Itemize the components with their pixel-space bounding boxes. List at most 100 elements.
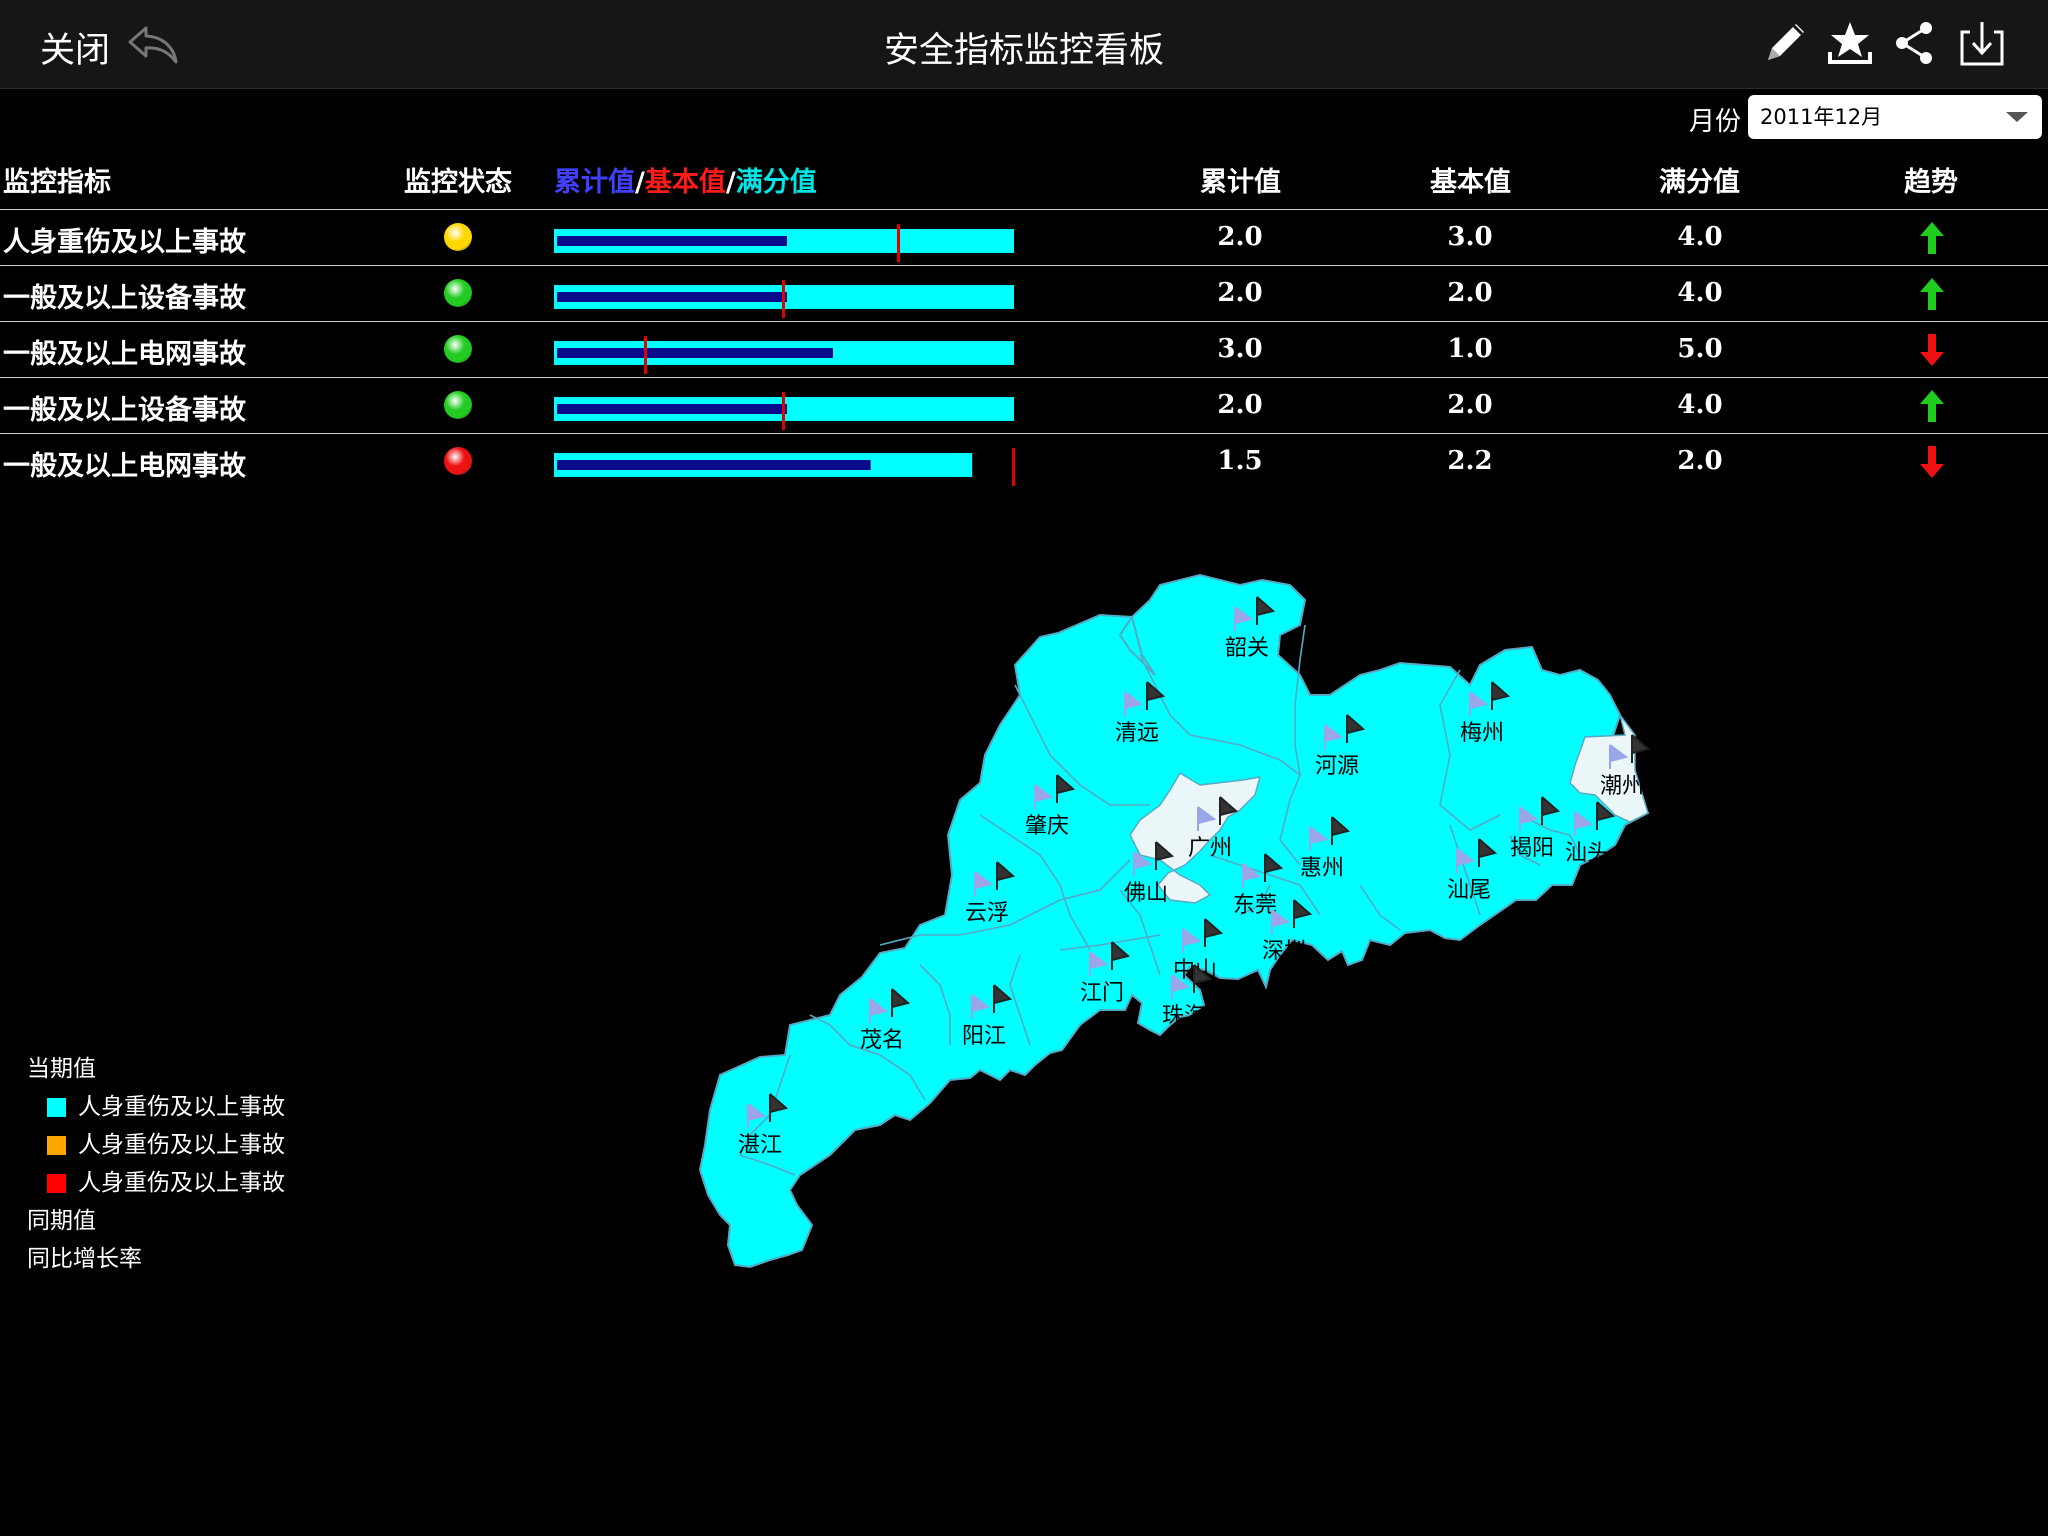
progress-bar xyxy=(554,224,1014,262)
arrow-up-icon xyxy=(1920,222,1944,254)
full-value: 2.0 xyxy=(1677,446,1723,476)
legend-item-label: 人身重伤及以上事故 xyxy=(78,1132,285,1158)
progress-bar xyxy=(554,392,1014,430)
cumulative-value: 2.0 xyxy=(1217,222,1263,252)
metric-name: 一般及以上电网事故 xyxy=(3,451,246,482)
city-label: 广州 xyxy=(1188,836,1232,861)
legend-item[interactable]: 人身重伤及以上事故 xyxy=(27,1126,285,1164)
basic-value: 1.0 xyxy=(1447,334,1493,364)
header-trend: 趋势 xyxy=(1904,167,1958,198)
legend-current-title: 当期值 xyxy=(27,1056,96,1082)
legend-item[interactable]: 人身重伤及以上事故 xyxy=(27,1088,285,1126)
bar-cumulative xyxy=(557,292,787,302)
metric-name: 一般及以上设备事故 xyxy=(3,395,246,426)
city-label: 梅州 xyxy=(1460,721,1504,746)
city-label: 云浮 xyxy=(965,901,1009,926)
metric-name: 人身重伤及以上事故 xyxy=(3,227,246,258)
status-indicator xyxy=(444,279,472,307)
legend-yoy-growth[interactable]: 同比增长率 xyxy=(27,1240,285,1278)
pencil-icon[interactable] xyxy=(1758,16,1810,70)
close-button[interactable]: 关闭 xyxy=(40,22,110,73)
table-row[interactable]: 一般及以上设备事故 2.0 2.0 4.0 xyxy=(0,265,2048,322)
legend-item[interactable]: 人身重伤及以上事故 xyxy=(27,1164,285,1202)
city-label: 江门 xyxy=(1080,981,1124,1006)
bar-cumulative xyxy=(557,348,833,358)
city-label: 清远 xyxy=(1115,721,1159,746)
table-row[interactable]: 一般及以上电网事故 1.5 2.2 2.0 xyxy=(0,433,2048,490)
city-label: 肇庆 xyxy=(1025,814,1069,839)
city-label: 阳江 xyxy=(962,1024,1006,1049)
header-bar-cumulative: 累计值 xyxy=(554,167,635,198)
bar-cumulative xyxy=(557,236,787,246)
header-metric: 监控指标 xyxy=(3,167,111,198)
city-label: 汕头 xyxy=(1565,841,1609,866)
progress-bar xyxy=(554,280,1014,318)
arrow-up-shape xyxy=(1920,390,1944,422)
status-indicator xyxy=(444,391,472,419)
header-bar-basic: 基本值 xyxy=(644,167,726,198)
city-label: 佛山 xyxy=(1124,881,1168,906)
map-legend: 当期值 人身重伤及以上事故 人身重伤及以上事故 人身重伤及以上事故 同期值 同比… xyxy=(27,1050,285,1278)
bar-basic-marker xyxy=(1012,448,1015,486)
star-icon[interactable] xyxy=(1824,16,1876,70)
metric-name: 一般及以上电网事故 xyxy=(3,339,246,370)
basic-value: 2.0 xyxy=(1447,278,1493,308)
month-value: 2011年12月 xyxy=(1760,105,1883,129)
arrow-up-shape xyxy=(1920,278,1944,310)
legend-swatch xyxy=(47,1098,66,1117)
header-status: 监控状态 xyxy=(404,167,512,198)
header-full: 满分值 xyxy=(1659,167,1740,198)
header-bar-full: 满分值 xyxy=(735,167,817,198)
city-label: 湛江 xyxy=(738,1133,782,1158)
bar-basic-marker xyxy=(782,280,785,318)
arrow-down-shape xyxy=(1920,446,1944,478)
page-title: 安全指标监控看板 xyxy=(883,31,1164,71)
share-icon[interactable] xyxy=(1888,16,1940,70)
basic-value: 2.0 xyxy=(1447,390,1493,420)
full-value: 4.0 xyxy=(1677,278,1723,308)
cumulative-value: 3.0 xyxy=(1217,334,1263,364)
table-row[interactable]: 人身重伤及以上事故 2.0 3.0 4.0 xyxy=(0,209,2048,266)
arrow-up-shape xyxy=(1920,222,1944,254)
header-sep-1: / xyxy=(635,167,645,198)
legend-same-period[interactable]: 同期值 xyxy=(27,1202,285,1240)
status-indicator xyxy=(444,335,472,363)
header-sep-2: / xyxy=(725,167,736,198)
full-value: 5.0 xyxy=(1677,334,1723,364)
bar-cumulative xyxy=(557,404,787,414)
table-row[interactable]: 一般及以上设备事故 2.0 2.0 4.0 xyxy=(0,377,2048,434)
arrow-down-icon xyxy=(1920,446,1944,478)
month-select[interactable]: 2011年12月 xyxy=(1748,95,2042,139)
cumulative-value: 2.0 xyxy=(1217,390,1263,420)
download-icon[interactable] xyxy=(1956,16,2008,70)
table-row[interactable]: 一般及以上电网事故 3.0 1.0 5.0 xyxy=(0,321,2048,378)
basic-value: 2.2 xyxy=(1447,446,1493,476)
legend-swatch xyxy=(47,1136,66,1155)
bar-basic-marker xyxy=(644,336,647,374)
top-bar: 关闭 安全指标监控看板 xyxy=(0,0,2048,89)
city-label: 韶关 xyxy=(1225,636,1269,661)
city-label: 茂名 xyxy=(860,1028,904,1053)
header-cumulative: 累计值 xyxy=(1200,167,1281,198)
city-label: 汕尾 xyxy=(1447,878,1491,903)
full-value: 4.0 xyxy=(1677,222,1723,252)
back-icon[interactable] xyxy=(124,20,180,68)
arrow-down-icon xyxy=(1920,334,1944,366)
city-label: 珠海 xyxy=(1162,1004,1206,1029)
province-outline xyxy=(698,573,1650,1269)
city-label: 河源 xyxy=(1315,754,1359,779)
bar-basic-marker xyxy=(782,392,785,430)
city-label: 揭阳 xyxy=(1510,836,1554,861)
legend-item-label: 人身重伤及以上事故 xyxy=(78,1170,285,1196)
arrow-up-icon xyxy=(1920,278,1944,310)
metric-name: 一般及以上设备事故 xyxy=(3,283,246,314)
city-label: 东莞 xyxy=(1233,893,1277,918)
status-indicator xyxy=(444,447,472,475)
full-value: 4.0 xyxy=(1677,390,1723,420)
bar-cumulative xyxy=(557,460,871,470)
arrow-down-shape xyxy=(1920,334,1944,366)
header-bar-legend: 累计值/基本值/满分值 xyxy=(554,160,817,199)
status-indicator xyxy=(444,223,472,251)
legend-swatch xyxy=(47,1174,66,1193)
cumulative-value: 1.5 xyxy=(1217,446,1263,476)
